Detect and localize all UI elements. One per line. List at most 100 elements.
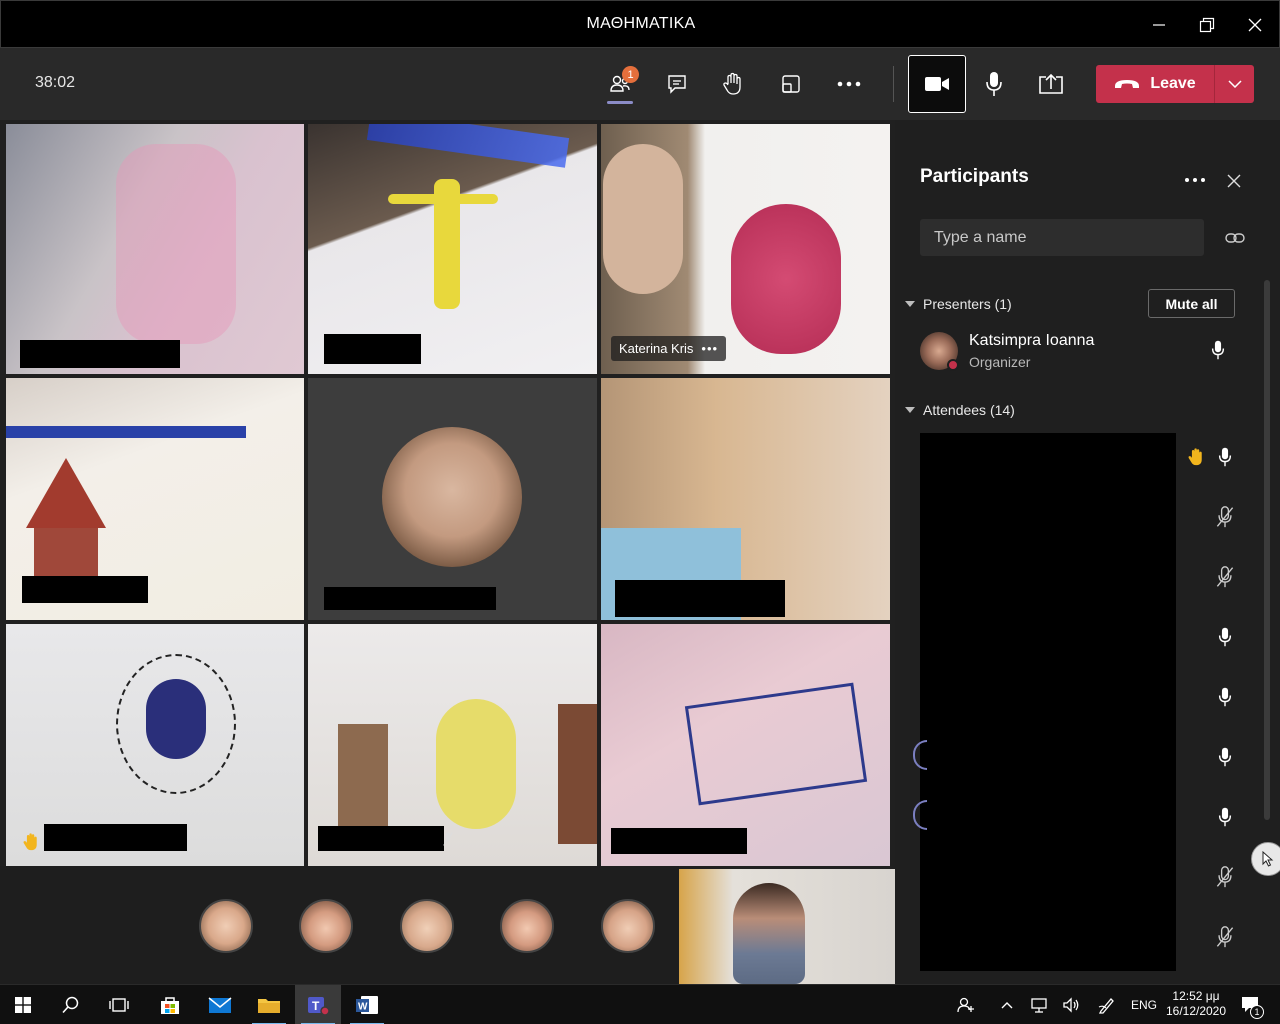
chevron-down-icon (905, 301, 915, 307)
video-tile[interactable]: Katerina Kris ••• (601, 124, 890, 374)
breakout-rooms-button[interactable] (771, 64, 811, 104)
teams-icon: T (308, 997, 330, 1016)
panel-more-options-button[interactable] (1181, 168, 1209, 192)
taskbar-clock[interactable]: 12:52 μμ 16/12/2020 (1160, 989, 1232, 1019)
leave-button[interactable]: Leave (1096, 65, 1214, 103)
close-icon (1227, 174, 1241, 188)
microphone-icon (986, 72, 1002, 96)
self-video-preview[interactable] (679, 869, 895, 984)
pen-icon (1098, 998, 1114, 1014)
close-window-button[interactable] (1239, 11, 1271, 39)
attendees-list-redacted (920, 433, 1176, 971)
taskbar-word-app[interactable]: W (344, 985, 390, 1024)
video-tile[interactable] (601, 624, 890, 866)
share-content-button[interactable] (1031, 64, 1071, 104)
share-tray-icon (1039, 73, 1063, 94)
video-tile[interactable] (6, 378, 304, 620)
drawing-creature (731, 204, 841, 354)
drawing-sky (366, 124, 570, 168)
person-face (603, 144, 683, 294)
start-button[interactable] (0, 985, 46, 1024)
restore-button[interactable] (1191, 11, 1223, 39)
panel-scrollbar[interactable] (1264, 280, 1270, 820)
task-view-button[interactable] (96, 985, 142, 1024)
input-language-indicator[interactable]: ENG (1126, 985, 1162, 1024)
video-tile[interactable] (601, 378, 890, 620)
folder-icon (258, 999, 280, 1013)
restore-icon (1199, 17, 1215, 33)
meeting-timer: 38:02 (35, 74, 76, 91)
show-hidden-icons-button[interactable] (994, 985, 1020, 1024)
taskbar-file-explorer[interactable] (246, 985, 292, 1024)
microphone-icon (1213, 685, 1237, 709)
clock-time: 12:52 μμ (1172, 989, 1220, 1003)
search-button[interactable] (48, 985, 94, 1024)
task-view-icon (109, 998, 129, 1012)
busy-status-badge (947, 359, 959, 371)
people-button[interactable] (952, 985, 980, 1024)
drawing-roof (26, 458, 106, 528)
presenters-section-toggle[interactable]: Presenters (1) (905, 296, 1012, 312)
leave-dropdown-button[interactable] (1215, 65, 1254, 103)
search-icon (62, 996, 79, 1014)
taskbar-store-app[interactable] (147, 985, 193, 1024)
redacted-name (44, 824, 187, 851)
video-tile[interactable] (308, 378, 597, 620)
chevron-up-icon (1001, 1002, 1013, 1009)
video-tile[interactable] (6, 624, 304, 866)
video-tile[interactable] (308, 124, 597, 374)
minimize-button[interactable] (1143, 11, 1175, 39)
volume-button[interactable] (1058, 985, 1086, 1024)
windows-logo-icon (15, 997, 31, 1013)
panel-close-button[interactable] (1223, 170, 1245, 192)
redacted-name (20, 340, 180, 368)
presenter-role: Organizer (969, 354, 1031, 370)
video-tile[interactable] (308, 624, 597, 866)
drawing-shape (116, 144, 236, 344)
mic-toggle-button[interactable] (974, 64, 1014, 104)
participant-thumbnail[interactable] (299, 899, 353, 953)
drawing-tree (338, 724, 388, 834)
redacted-name (611, 828, 747, 854)
speaker-icon (1063, 997, 1079, 1013)
show-conversation-button[interactable] (657, 64, 697, 104)
share-invite-link-button[interactable] (1223, 227, 1247, 249)
raise-hand-button[interactable] (713, 64, 753, 104)
svg-text:W: W (358, 1002, 368, 1013)
attendees-section-toggle[interactable]: Attendees (14) (905, 402, 1015, 418)
muted-mic-icon (1213, 925, 1237, 949)
participant-thumbnail[interactable] (400, 899, 454, 953)
participant-avatar (382, 427, 522, 567)
participant-thumbnail[interactable] (601, 899, 655, 953)
cursor-icon (1251, 842, 1280, 876)
attendees-header: Attendees (14) (923, 402, 1015, 418)
camera-toggle-button[interactable] (908, 55, 966, 113)
participant-thumbnail[interactable] (199, 899, 253, 953)
taskbar-teams-app[interactable]: T (295, 985, 341, 1024)
raised-hand-icon (1184, 445, 1208, 469)
participant-name: Katerina Kris (619, 341, 694, 356)
notification-count: 1 (1250, 1005, 1264, 1019)
action-center-button[interactable]: 1 (1234, 985, 1268, 1024)
title-bar: ΜΑΘΗΜΑΤΙΚΑ (0, 0, 1280, 48)
overflow-participants-strip (0, 866, 679, 984)
chevron-down-icon (905, 407, 915, 413)
taskbar-mail-app[interactable] (197, 985, 243, 1024)
video-tile[interactable] (6, 124, 304, 374)
participant-thumbnail[interactable] (500, 899, 554, 953)
mail-icon (208, 997, 232, 1013)
search-participants-input[interactable] (920, 219, 1204, 256)
presenter-row[interactable]: Katsimpra Ioanna Organizer (920, 330, 1250, 374)
store-icon (161, 997, 179, 1014)
chevron-down-icon (1227, 80, 1242, 88)
network-button[interactable] (1026, 985, 1054, 1024)
show-participants-button[interactable]: 1 (600, 64, 640, 104)
window-title: ΜΑΘΗΜΑΤΙΚΑ (586, 15, 696, 32)
more-dots-icon[interactable]: ••• (701, 341, 718, 356)
mute-all-button[interactable]: Mute all (1148, 289, 1235, 318)
microphone-icon (1213, 445, 1237, 469)
drawing-vehicle (684, 682, 868, 806)
muted-mic-icon (442, 832, 454, 851)
more-actions-button[interactable] (829, 64, 869, 104)
pen-workspace-button[interactable] (1094, 985, 1120, 1024)
